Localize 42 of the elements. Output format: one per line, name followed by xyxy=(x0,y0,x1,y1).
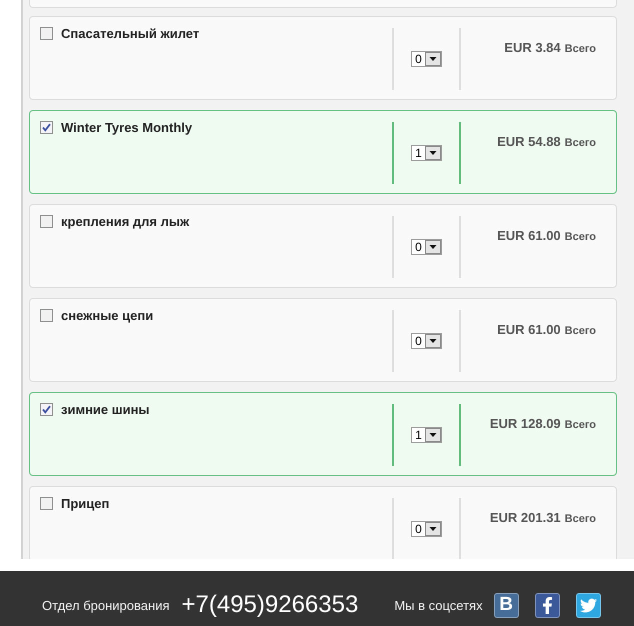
total-label: Всего xyxy=(564,419,596,431)
quantity-select[interactable]: 0 xyxy=(411,51,442,67)
total-label: Всего xyxy=(564,137,596,149)
price-text: EUR 61.00 xyxy=(497,322,561,337)
checkbox[interactable] xyxy=(40,497,53,510)
price-text: EUR 128.09 xyxy=(490,416,561,431)
phone-number: +7(495)9266353 xyxy=(182,591,358,619)
product-name: Прицеп xyxy=(61,496,110,511)
caret-icon xyxy=(424,334,441,348)
caret-icon xyxy=(424,52,441,66)
social-link[interactable]: В xyxy=(494,592,519,618)
price-text: EUR 201.31 xyxy=(490,510,561,525)
checkbox[interactable] xyxy=(40,27,53,40)
price-text: EUR 54.88 xyxy=(497,134,561,149)
total-label: Всего xyxy=(564,325,596,337)
total-label: Всего xyxy=(564,513,596,525)
product-name: зимние шины xyxy=(61,402,150,417)
checkbox[interactable] xyxy=(40,121,53,134)
quantity-select[interactable]: 1 xyxy=(411,427,442,443)
caret-icon xyxy=(424,522,441,536)
quantity-select[interactable]: 0 xyxy=(411,239,442,255)
social-label: Мы в соцсетях xyxy=(394,598,483,612)
bird-icon[interactable] xyxy=(576,592,601,618)
quantity-select[interactable]: 0 xyxy=(411,333,442,349)
quantity-select[interactable]: 0 xyxy=(411,521,442,537)
total-label: Всего xyxy=(564,231,596,243)
checkbox[interactable] xyxy=(40,215,53,228)
price-text: EUR 3.84 xyxy=(504,40,561,55)
total-label: Всего xyxy=(564,43,596,55)
checkbox[interactable] xyxy=(40,403,53,416)
product-name: Спасательный жилет xyxy=(61,26,200,41)
booking-label: Отдел бронирования xyxy=(42,598,170,612)
caret-icon xyxy=(424,146,441,160)
caret-icon xyxy=(424,428,441,442)
caret-icon xyxy=(424,240,441,254)
checkbox[interactable] xyxy=(40,309,53,322)
f-logo-icon[interactable] xyxy=(534,592,560,618)
price-text: EUR 61.00 xyxy=(497,228,561,243)
quantity-select[interactable]: 1 xyxy=(411,145,442,161)
product-name: крепления для лыж xyxy=(61,214,190,229)
product-name: снежные цепи xyxy=(61,308,154,323)
product-name: Winter Tyres Monthly xyxy=(61,120,192,135)
